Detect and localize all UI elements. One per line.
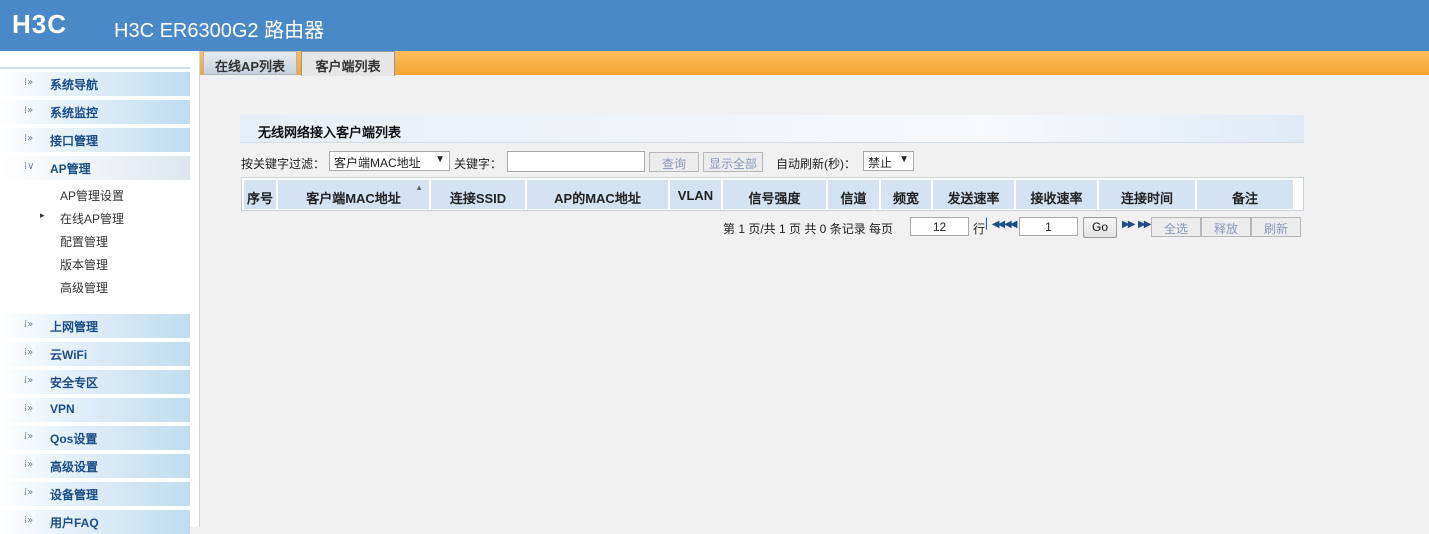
sidebar-divider xyxy=(0,67,190,69)
col-label: 客户端MAC地址 xyxy=(306,191,401,206)
sidebar-item-label: 安全专区 xyxy=(50,376,99,390)
sidebar-item-system-nav[interactable]: ⁞» 系统导航 xyxy=(0,72,190,96)
double-chevron-icon: ⁞» xyxy=(24,459,34,470)
col-bandwidth[interactable]: 频宽 xyxy=(881,180,933,209)
sidebar-item-security[interactable]: ⁞» 安全专区 xyxy=(0,370,190,394)
col-index[interactable]: 序号 xyxy=(244,180,278,209)
col-client-mac[interactable]: 客户端MAC地址 ▲ xyxy=(278,180,431,209)
col-signal[interactable]: 信号强度 xyxy=(723,180,828,209)
double-chevron-icon: ⁞» xyxy=(24,347,34,358)
dropdown-arrow-icon: ▼ xyxy=(435,154,445,165)
sidebar-item-user-faq[interactable]: ⁞» 用户FAQ xyxy=(0,510,190,534)
sidebar-item-system-monitor[interactable]: ⁞» 系统监控 xyxy=(0,100,190,124)
double-chevron-icon: ⁞» xyxy=(24,403,34,414)
h3c-logo: H3C xyxy=(12,9,68,39)
refresh-button[interactable]: 刷新 xyxy=(1251,217,1301,237)
select-all-button[interactable]: 全选 xyxy=(1151,217,1201,237)
sidebar-item-interface-mgmt[interactable]: ⁞» 接口管理 xyxy=(0,128,190,152)
keyword-filter-label: 按关键字过滤： xyxy=(241,157,326,171)
double-chevron-icon: ⁞» xyxy=(24,515,34,526)
rows-label: 行 xyxy=(973,222,986,236)
filter-field-value: 客户端MAC地址 xyxy=(334,156,421,170)
sidebar-item-internet-mgmt[interactable]: ⁞» 上网管理 xyxy=(0,314,190,338)
sub-item-version-mgmt[interactable]: 版本管理 xyxy=(60,256,108,273)
col-ssid[interactable]: 连接SSID xyxy=(431,180,527,209)
current-item-arrow-icon: ▸ xyxy=(40,211,45,221)
product-title: H3C ER6300G2 路由器 xyxy=(114,20,325,42)
sidebar-item-vpn[interactable]: ⁞» VPN xyxy=(0,398,190,422)
sidebar-item-ap-mgmt[interactable]: ⁞∨ AP管理 xyxy=(0,156,190,180)
per-page-input[interactable]: 12 xyxy=(910,217,969,236)
sidebar-item-label: AP管理 xyxy=(50,162,91,176)
dropdown-arrow-icon: ▼ xyxy=(899,154,909,165)
double-chevron-icon: ⁞» xyxy=(24,487,34,498)
double-chevron-icon: ⁞» xyxy=(24,319,34,330)
sort-ascending-icon: ▲ xyxy=(415,183,423,192)
auto-refresh-select[interactable]: 禁止 ▼ xyxy=(863,151,914,171)
release-button[interactable]: 释放 xyxy=(1201,217,1251,237)
sidebar-item-label: 用户FAQ xyxy=(50,516,99,530)
double-chevron-icon: ⁞» xyxy=(24,375,34,386)
col-remark[interactable]: 备注 xyxy=(1197,180,1293,209)
panel-title: 无线网络接入客户端列表 xyxy=(258,125,402,140)
col-connect-time[interactable]: 连接时间 xyxy=(1099,180,1197,209)
col-vlan[interactable]: VLAN xyxy=(670,180,723,209)
sidebar-item-cloud-wifi[interactable]: ⁞» 云WiFi xyxy=(0,342,190,366)
sidebar-item-label: 云WiFi xyxy=(50,348,88,362)
query-button[interactable]: 查询 xyxy=(649,152,699,172)
sidebar-item-label: 接口管理 xyxy=(50,134,99,148)
col-tx-rate[interactable]: 发送速率 xyxy=(933,180,1016,209)
col-ap-mac[interactable]: AP的MAC地址 xyxy=(527,180,670,209)
first-page-icon[interactable]: ▏◀◀ xyxy=(986,219,1005,230)
auto-refresh-label: 自动刷新(秒)： xyxy=(776,157,856,171)
sub-item-online-ap[interactable]: 在线AP管理 xyxy=(60,210,124,227)
filter-field-select[interactable]: 客户端MAC地址 ▼ xyxy=(329,151,450,171)
tab-client-list[interactable]: 客户端列表 xyxy=(301,51,395,76)
top-header: H3C H3C ER6300G2 路由器 xyxy=(0,0,1429,51)
keyword-input[interactable] xyxy=(507,151,645,172)
sidebar-item-label: 上网管理 xyxy=(50,320,99,334)
double-chevron-icon: ⁞» xyxy=(24,105,34,116)
sidebar-item-label: 系统监控 xyxy=(50,106,99,120)
double-chevron-icon: ⁞» xyxy=(24,77,34,88)
sub-item-ap-settings[interactable]: AP管理设置 xyxy=(60,187,124,204)
double-chevron-icon: ⁞» xyxy=(24,431,34,442)
prev-page-icon[interactable]: ◀◀ xyxy=(1004,219,1017,230)
next-page-icon[interactable]: ▶▶ xyxy=(1122,219,1135,230)
sidebar-item-label: 系统导航 xyxy=(50,78,99,92)
show-all-button[interactable]: 显示全部 xyxy=(703,152,763,172)
panel-title-bar: 无线网络接入客户端列表 xyxy=(240,115,1304,143)
double-chevron-icon: ⁞» xyxy=(24,133,34,144)
col-rx-rate[interactable]: 接收速率 xyxy=(1016,180,1099,209)
sub-item-advanced-mgmt[interactable]: 高级管理 xyxy=(60,279,108,296)
auto-refresh-value: 禁止 xyxy=(868,156,893,170)
client-table: 序号 客户端MAC地址 ▲ 连接SSID AP的MAC地址 VLAN 信号强度 … xyxy=(241,177,1304,211)
sub-item-config-mgmt[interactable]: 配置管理 xyxy=(60,233,108,250)
sidebar-item-label: Qos设置 xyxy=(50,432,98,446)
sidebar-item-advanced-settings[interactable]: ⁞» 高级设置 xyxy=(0,454,190,478)
tab-online-ap-list[interactable]: 在线AP列表 xyxy=(203,51,297,75)
page-number-input[interactable]: 1 xyxy=(1019,217,1078,236)
double-chevron-down-icon: ⁞∨ xyxy=(24,161,35,172)
sidebar-item-qos[interactable]: ⁞» Qos设置 xyxy=(0,426,190,450)
sidebar-item-label: 高级设置 xyxy=(50,460,99,474)
sidebar-item-label: VPN xyxy=(50,402,75,416)
sidebar-item-label: 设备管理 xyxy=(50,488,99,502)
go-button[interactable]: Go xyxy=(1083,217,1117,238)
tab-bar: 在线AP列表 客户端列表 xyxy=(200,51,1429,76)
page-info-text: 第 1 页/共 1 页 共 0 条记录 每页 xyxy=(723,222,894,236)
keyword-label: 关键字： xyxy=(454,157,503,171)
sidebar: ⁞» 系统导航 ⁞» 系统监控 ⁞» 接口管理 ⁞∨ AP管理 AP管理设置 ▸… xyxy=(0,51,200,534)
sidebar-item-device-mgmt[interactable]: ⁞» 设备管理 xyxy=(0,482,190,506)
col-channel[interactable]: 信道 xyxy=(828,180,881,209)
